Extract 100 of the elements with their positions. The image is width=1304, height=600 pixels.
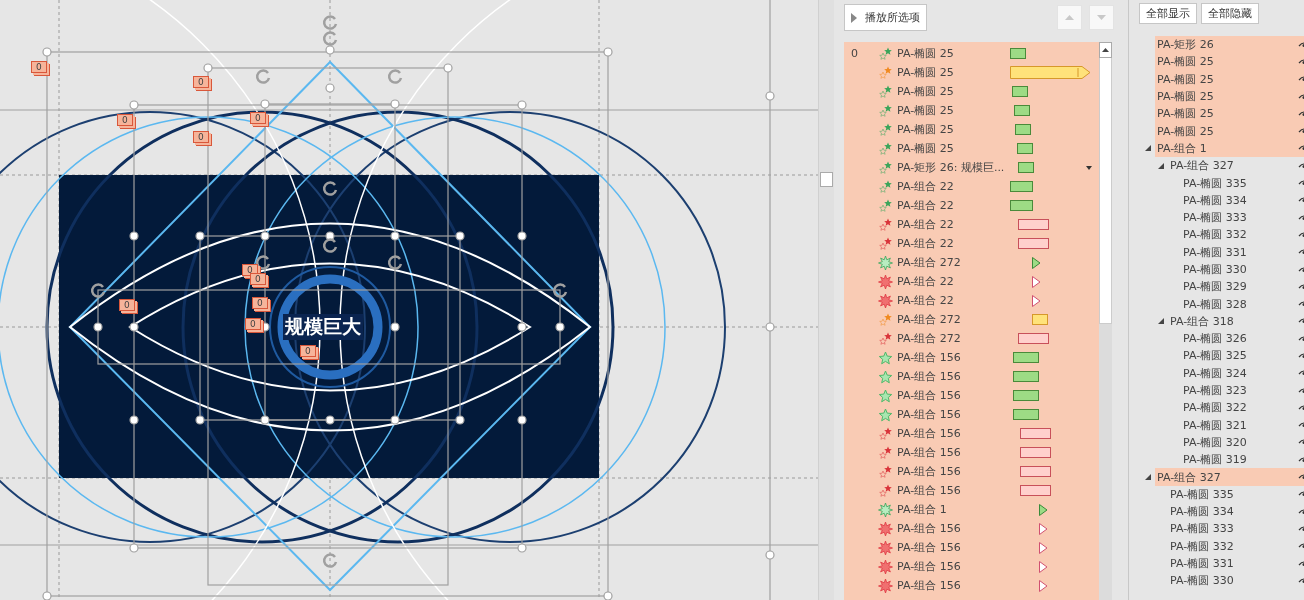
timing-bar[interactable] xyxy=(1020,428,1051,439)
trigger-marker[interactable] xyxy=(1039,561,1048,573)
starburst-icon xyxy=(878,274,893,289)
animation-item[interactable]: PA-组合 156 xyxy=(897,578,1010,593)
layer-item[interactable]: PA-椭圆 324 xyxy=(1181,364,1304,382)
timing-bar[interactable] xyxy=(1010,48,1026,59)
timing-bar[interactable] xyxy=(1010,200,1033,211)
layer-item[interactable]: PA-椭圆 335 xyxy=(1168,485,1304,503)
timing-bar[interactable] xyxy=(1015,124,1031,135)
animation-item[interactable]: PA-组合 156 xyxy=(897,426,1010,441)
animation-item[interactable]: PA-组合 156 xyxy=(897,407,1010,422)
timing-bar[interactable] xyxy=(1013,390,1039,401)
animation-item[interactable]: PA-组合 22 xyxy=(897,217,1010,232)
animation-item[interactable]: PA-椭圆 25 xyxy=(897,103,1010,118)
animation-item[interactable]: PA-组合 156 xyxy=(897,464,1010,479)
timing-bar[interactable] xyxy=(1017,143,1033,154)
layer-item[interactable]: PA-椭圆 330 xyxy=(1168,572,1304,590)
layer-item[interactable]: PA-椭圆 332 xyxy=(1168,537,1304,555)
layer-item[interactable]: PA-椭圆 334 xyxy=(1181,191,1304,209)
layer-item[interactable]: PA-椭圆 331 xyxy=(1168,554,1304,573)
up-arrow-icon[interactable] xyxy=(1102,48,1109,52)
layer-item[interactable]: PA-椭圆 25 xyxy=(1155,105,1304,123)
animation-item[interactable]: PA-组合 156 xyxy=(897,521,1010,536)
animation-item[interactable]: PA-组合 156 xyxy=(897,483,1010,498)
timing-bar[interactable] xyxy=(1018,333,1049,344)
dropdown-caret-icon[interactable] xyxy=(1086,166,1092,170)
animation-item[interactable]: PA-组合 156 xyxy=(897,369,1010,384)
expand-triangle-icon[interactable] xyxy=(1144,144,1152,153)
timing-bar[interactable] xyxy=(1013,409,1039,420)
timing-bar[interactable] xyxy=(1013,352,1039,363)
timing-bar[interactable] xyxy=(1013,371,1039,382)
layer-item[interactable]: PA-椭圆 328 xyxy=(1181,295,1304,313)
animation-item[interactable]: PA-组合 156 xyxy=(897,350,1010,365)
animation-item[interactable]: PA-椭圆 25 xyxy=(897,46,1010,61)
layer-item[interactable]: PA-椭圆 331 xyxy=(1181,243,1304,261)
animation-item[interactable]: PA-组合 22 xyxy=(897,236,1010,251)
animation-item[interactable]: PA-组合 22 xyxy=(897,179,1010,194)
layer-item[interactable]: PA-椭圆 321 xyxy=(1181,416,1304,434)
timing-bar[interactable] xyxy=(1010,181,1033,192)
animation-item[interactable]: PA-椭圆 25 xyxy=(897,84,1010,99)
layer-item[interactable]: PA-椭圆 333 xyxy=(1181,208,1304,227)
animation-item[interactable]: PA-组合 272 xyxy=(897,312,1010,327)
layer-item[interactable]: PA-组合 327 xyxy=(1168,157,1304,175)
trigger-marker[interactable] xyxy=(1039,523,1048,535)
layer-item[interactable]: PA-椭圆 329 xyxy=(1181,278,1304,296)
layer-item[interactable]: PA-椭圆 25 xyxy=(1155,53,1304,71)
trigger-marker[interactable] xyxy=(1039,542,1048,554)
animation-item[interactable]: PA-组合 22 xyxy=(897,198,1010,213)
layer-item[interactable]: PA-椭圆 325 xyxy=(1181,347,1304,365)
timing-bar[interactable] xyxy=(1018,162,1034,173)
layer-item[interactable]: PA-椭圆 322 xyxy=(1181,399,1304,417)
timing-bar[interactable] xyxy=(1018,219,1049,230)
trigger-marker[interactable] xyxy=(1039,504,1048,516)
expand-triangle-icon[interactable] xyxy=(1157,317,1165,326)
layer-item[interactable]: PA-椭圆 332 xyxy=(1181,226,1304,244)
layer-item[interactable]: PA-椭圆 335 xyxy=(1181,174,1304,192)
show-all-button[interactable]: 全部显示 xyxy=(1139,3,1197,24)
trigger-marker[interactable] xyxy=(1032,295,1041,307)
layer-item[interactable]: PA-组合 327 xyxy=(1155,468,1304,486)
layer-item[interactable]: PA-椭圆 323 xyxy=(1181,381,1304,400)
play-selected-button[interactable]: 播放所选项 xyxy=(844,4,927,31)
layer-item[interactable]: PA-椭圆 326 xyxy=(1181,330,1304,348)
animation-item[interactable]: PA-组合 272 xyxy=(897,331,1010,346)
expand-triangle-icon[interactable] xyxy=(1144,473,1152,482)
expand-triangle-icon[interactable] xyxy=(1157,161,1165,170)
scrollbar[interactable] xyxy=(1099,42,1112,600)
animation-item[interactable]: PA-椭圆 25 xyxy=(897,65,1010,80)
animation-item[interactable]: PA-组合 1 xyxy=(897,502,1010,517)
timing-bar[interactable] xyxy=(1020,485,1051,496)
timing-bar[interactable] xyxy=(1020,447,1051,458)
animation-tag: 0 xyxy=(31,61,47,73)
animation-item[interactable]: PA-组合 22 xyxy=(897,293,1010,308)
animation-item[interactable]: PA-组合 22 xyxy=(897,274,1010,289)
star-icon xyxy=(878,312,893,327)
animation-item[interactable]: PA-椭圆 25 xyxy=(897,141,1010,156)
timing-bar[interactable] xyxy=(1014,105,1030,116)
timing-bar[interactable] xyxy=(1012,86,1028,97)
animation-item[interactable]: PA-组合 156 xyxy=(897,445,1010,460)
trigger-marker[interactable] xyxy=(1039,580,1048,592)
animation-item[interactable]: PA-组合 156 xyxy=(897,388,1010,403)
trigger-marker[interactable] xyxy=(1032,276,1041,288)
scrollbar[interactable] xyxy=(818,0,834,600)
layer-item[interactable]: PA-组合 318 xyxy=(1168,312,1304,331)
layer-item[interactable]: PA-矩形 26 xyxy=(1155,36,1304,54)
trigger-marker[interactable] xyxy=(1032,257,1041,269)
animation-item[interactable]: PA-矩形 26: 规模巨... xyxy=(897,160,1010,175)
layer-item[interactable]: PA-椭圆 320 xyxy=(1181,433,1304,452)
animation-item[interactable]: PA-组合 272 xyxy=(897,255,1010,270)
animation-item[interactable]: PA-组合 156 xyxy=(897,559,1010,574)
hide-all-button[interactable]: 全部隐藏 xyxy=(1201,3,1259,24)
timing-bar[interactable] xyxy=(1018,238,1049,249)
animation-item[interactable]: PA-组合 156 xyxy=(897,540,1010,555)
layer-item[interactable]: PA-椭圆 319 xyxy=(1181,451,1304,469)
layer-item[interactable]: PA-椭圆 330 xyxy=(1181,260,1304,279)
animation-item[interactable]: PA-椭圆 25 xyxy=(897,122,1010,137)
timing-bar[interactable] xyxy=(1020,466,1051,477)
layer-item[interactable]: PA-椭圆 334 xyxy=(1168,503,1304,521)
layer-item[interactable]: PA-椭圆 333 xyxy=(1168,520,1304,538)
starburst-icon xyxy=(878,559,893,574)
layer-item[interactable]: PA-椭圆 25 xyxy=(1155,122,1304,140)
